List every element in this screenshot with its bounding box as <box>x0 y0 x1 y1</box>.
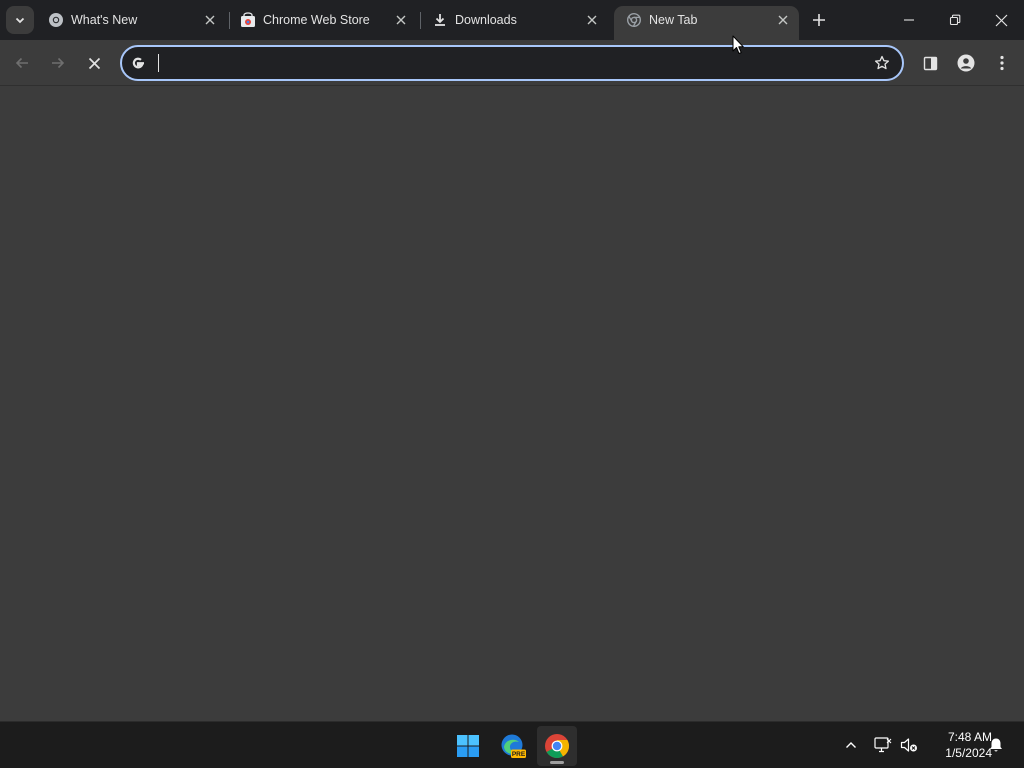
restore-icon <box>949 14 961 26</box>
tab-title: Chrome Web Store <box>263 13 370 27</box>
notifications-button[interactable] <box>986 735 1006 755</box>
bookmark-star-icon[interactable] <box>874 55 890 71</box>
tab-close-button[interactable] <box>584 12 600 28</box>
screen: What's New Chrome Web Store Downloads Ne… <box>0 0 1024 768</box>
close-icon <box>205 15 215 25</box>
minimize-button[interactable] <box>886 0 932 40</box>
windows-start-icon <box>457 735 479 757</box>
network-status-button[interactable] <box>873 735 893 755</box>
tab-new-tab[interactable]: New Tab <box>614 6 799 40</box>
web-store-icon <box>241 12 255 27</box>
close-icon <box>88 57 100 69</box>
clock-time: 7:48 AM <box>947 730 992 744</box>
new-tab-icon <box>626 12 642 28</box>
side-panel-icon <box>923 56 937 70</box>
text-caret <box>158 54 159 72</box>
tab-title: What's New <box>71 13 138 27</box>
tab-strip: What's New Chrome Web Store Downloads Ne… <box>0 0 1024 40</box>
clock-date: 1/5/2024 <box>945 746 992 760</box>
volume-button[interactable] <box>899 735 919 755</box>
address-input[interactable] <box>156 51 856 75</box>
edge-preview-icon: PRE <box>501 734 526 758</box>
google-g-icon <box>132 57 144 69</box>
minimize-icon <box>904 19 914 21</box>
bell-icon <box>990 738 1002 752</box>
tab-close-button[interactable] <box>393 12 409 28</box>
chevron-down-icon <box>15 17 25 24</box>
clock[interactable]: 7:48 AM 1/5/2024 <box>920 729 992 761</box>
tab-close-button[interactable] <box>202 12 218 28</box>
download-icon <box>435 14 445 26</box>
tab-title: New Tab <box>649 13 698 27</box>
chrome-menu-button[interactable] <box>986 47 1018 79</box>
tab-whats-new[interactable]: What's New <box>36 0 228 40</box>
tab-close-button[interactable] <box>775 12 791 28</box>
taskbar-edge-preview[interactable]: PRE <box>493 726 533 766</box>
profile-button[interactable] <box>950 47 982 79</box>
address-bar[interactable] <box>120 45 904 81</box>
tab-search-button[interactable] <box>6 6 34 34</box>
active-app-indicator <box>550 761 564 764</box>
profile-avatar-icon <box>957 54 975 72</box>
browser-toolbar <box>0 40 1024 86</box>
stop-loading-button[interactable] <box>78 47 110 79</box>
close-icon <box>778 15 788 25</box>
page-content <box>0 86 1024 721</box>
forward-arrow-icon <box>52 57 65 69</box>
mouse-cursor-icon <box>732 35 744 54</box>
network-icon <box>874 737 892 753</box>
more-vert-icon <box>1000 55 1004 71</box>
close-icon <box>396 15 406 25</box>
edge-badge-label: PRE <box>512 751 526 758</box>
chrome-icon <box>49 13 63 27</box>
chrome-icon <box>545 734 570 759</box>
side-panel-button[interactable] <box>914 47 946 79</box>
tab-downloads[interactable]: Downloads <box>420 0 612 40</box>
tab-title: Downloads <box>455 13 517 27</box>
plus-icon <box>813 14 825 26</box>
start-button[interactable] <box>448 726 488 766</box>
forward-button[interactable] <box>42 47 74 79</box>
chevron-up-icon <box>846 742 856 748</box>
taskbar-chrome[interactable] <box>537 726 577 766</box>
new-tab-button[interactable] <box>806 7 832 33</box>
restore-button[interactable] <box>932 0 978 40</box>
back-button[interactable] <box>6 47 38 79</box>
tab-chrome-web-store[interactable]: Chrome Web Store <box>228 0 420 40</box>
volume-muted-icon <box>900 738 917 752</box>
close-icon <box>587 15 597 25</box>
taskbar: PRE 7:48 AM 1/5/2024 <box>0 721 1024 768</box>
back-arrow-icon <box>15 57 28 69</box>
close-icon <box>995 14 1007 26</box>
close-window-button[interactable] <box>978 0 1024 40</box>
show-hidden-icons-button[interactable] <box>841 735 861 755</box>
